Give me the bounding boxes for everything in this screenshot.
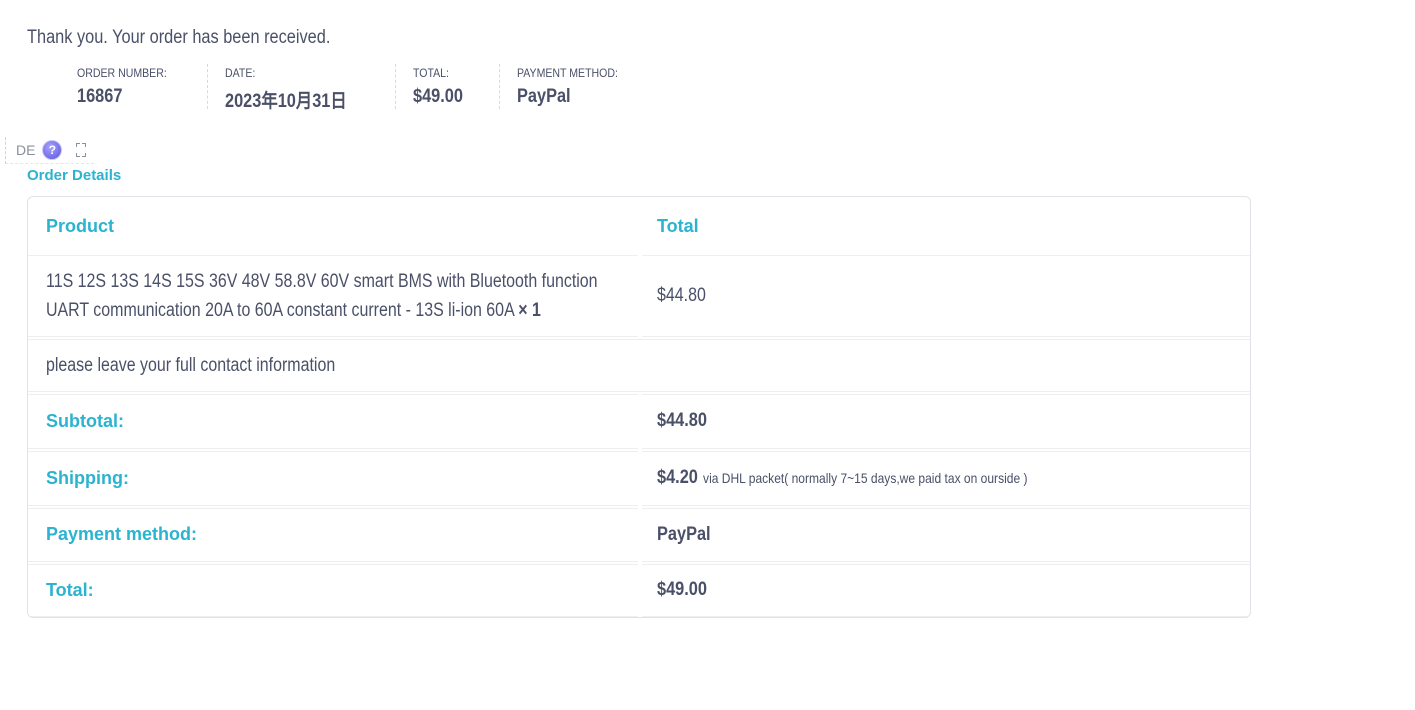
subtotal-label: Subtotal: bbox=[46, 410, 124, 431]
shipping-label: Shipping: bbox=[46, 467, 129, 488]
table-row: 11S 12S 13S 14S 15S 36V 48V 58.8V 60V sm… bbox=[28, 257, 1250, 335]
order-details-table: Product Total 11S 12S 13S 14S 15S 36V 48… bbox=[27, 196, 1251, 618]
overview-value: 2023年10月31日 bbox=[225, 91, 347, 112]
overview-value: 16867 bbox=[77, 86, 123, 107]
shipping-method-note: via DHL packet( normally 7~15 days,we pa… bbox=[703, 470, 1028, 486]
overview-label: TOTAL: bbox=[412, 66, 449, 80]
line-item-total: $44.80 bbox=[657, 285, 706, 306]
overview-order-number: ORDER NUMBER: 16867 bbox=[60, 64, 209, 109]
overview-label: PAYMENT METHOD: bbox=[516, 66, 618, 80]
overview-label: ORDER NUMBER: bbox=[77, 66, 167, 80]
product-quantity: × 1 bbox=[518, 300, 541, 321]
table-row: Total: $49.00 bbox=[28, 565, 1250, 615]
payment-method-value: PayPal bbox=[657, 523, 711, 545]
overview-value: PayPal bbox=[516, 86, 571, 107]
overview-label: DATE: bbox=[225, 66, 256, 80]
expand-icon[interactable] bbox=[76, 141, 87, 159]
table-row: Subtotal: $44.80 bbox=[28, 395, 1250, 447]
help-icon[interactable]: ? bbox=[42, 140, 63, 160]
table-header-row: Product Total bbox=[28, 197, 1250, 255]
subtotal-value: $44.80 bbox=[657, 410, 707, 431]
language-code-button[interactable]: DE bbox=[16, 142, 35, 158]
shipping-cost: $4.20 bbox=[657, 467, 698, 488]
overview-total: TOTAL: $49.00 bbox=[396, 64, 500, 109]
table-row: Shipping: $4.20 via DHL packet( normally … bbox=[28, 452, 1250, 504]
order-total-label: Total: bbox=[46, 579, 94, 600]
product-name-variant[interactable]: UART communication 20A to 60A constant c… bbox=[46, 300, 514, 321]
order-overview: ORDER NUMBER: 16867 DATE: 2023年10月31日 TO… bbox=[60, 64, 660, 112]
product-name-line: UART communication 20A to 60A constant c… bbox=[46, 296, 541, 325]
payment-method-label: Payment method: bbox=[46, 524, 198, 544]
table-row: Payment method: PayPal bbox=[28, 509, 1250, 560]
overview-payment-method: PAYMENT METHOD: PayPal bbox=[500, 64, 660, 109]
shipping-value: $4.20 via DHL packet( normally 7~15 days,… bbox=[657, 467, 1028, 489]
customer-note: please leave your full contact informati… bbox=[46, 354, 336, 376]
total-column-header: Total bbox=[657, 215, 699, 236]
order-total-value: $49.00 bbox=[657, 579, 707, 600]
overview-date: DATE: 2023年10月31日 bbox=[208, 64, 396, 112]
product-column-header: Product bbox=[46, 215, 115, 236]
order-details-heading: Order Details bbox=[27, 167, 122, 184]
overview-value: $49.00 bbox=[412, 86, 463, 107]
table-row: please leave your full contact informati… bbox=[28, 340, 1250, 390]
order-received-message: Thank you. Your order has been received. bbox=[27, 27, 331, 48]
language-widget: DE ? bbox=[5, 137, 94, 164]
product-name-line[interactable]: 11S 12S 13S 14S 15S 36V 48V 58.8V 60V sm… bbox=[46, 267, 598, 296]
